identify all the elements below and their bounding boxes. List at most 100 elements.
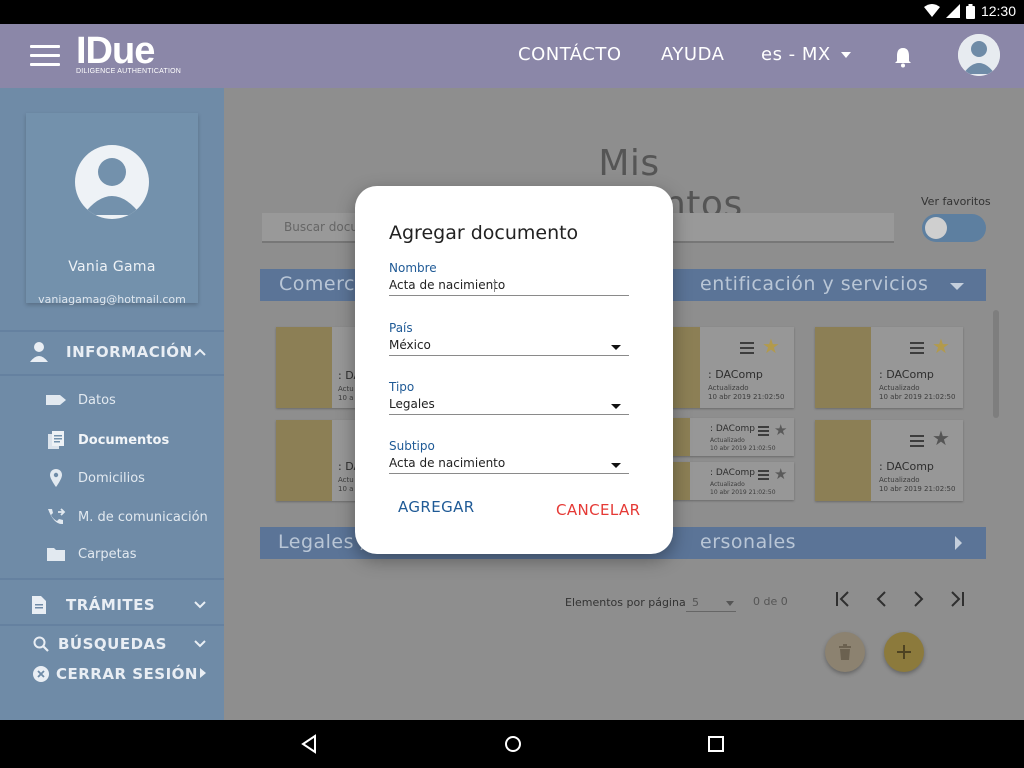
category-label: Legales / (278, 531, 368, 553)
sidebar-item-domicilios[interactable]: Domicilios (0, 468, 224, 488)
sidebar-section-tramites[interactable]: TRÁMITES (0, 594, 224, 616)
sidebar-item-documentos[interactable]: Documentos (0, 430, 224, 450)
scrollbar[interactable] (993, 310, 999, 418)
chevron-up-icon (194, 344, 206, 360)
sidebar-item-medios-comunicacion[interactable]: M. de comunicación (0, 507, 224, 527)
document-updated: Actualizado 10 abr 2019 21:02:50 (710, 481, 776, 496)
star-icon[interactable]: ★ (932, 428, 950, 448)
chevron-right-icon (200, 666, 206, 682)
document-card[interactable]: : DAComp Actualizado 10 abr 2019 21:02:50… (666, 418, 794, 456)
documents-icon (46, 431, 66, 449)
menu-lines-icon[interactable] (910, 342, 924, 357)
profile-avatar (75, 145, 149, 219)
sidebar-item-carpetas[interactable]: Carpetas (0, 544, 224, 564)
sidebar-item-label: Datos (78, 392, 116, 408)
document-card[interactable]: : DAComp Actualizado 10 abr 2019 21:02:50… (666, 462, 794, 500)
logout-button[interactable]: CERRAR SESIÓN (0, 663, 224, 685)
document-name: : DAComp (879, 460, 934, 473)
document-updated: Actu 10 a (338, 476, 354, 493)
menu-icon[interactable] (30, 45, 60, 67)
language-select[interactable]: es - MX (761, 44, 851, 65)
search-icon (32, 635, 50, 653)
menu-lines-icon[interactable] (758, 426, 769, 436)
document-name: : DAComp (708, 368, 763, 381)
type-value: Legales (389, 397, 435, 411)
category-label: ersonales (700, 531, 797, 553)
add-document-button[interactable] (884, 632, 924, 672)
document-updated: Actualizado 10 abr 2019 21:02:50 (879, 476, 956, 493)
sidebar-section-busquedas[interactable]: BÚSQUEDAS (0, 633, 224, 655)
next-page-icon[interactable] (907, 590, 929, 612)
delete-button[interactable] (825, 632, 865, 672)
last-page-icon[interactable] (946, 590, 968, 612)
star-icon[interactable]: ★ (774, 465, 787, 483)
document-name: : DAComp (710, 424, 755, 434)
label-icon (46, 395, 66, 405)
menu-lines-icon[interactable] (740, 342, 754, 357)
profile-email: vaniagamag@hotmail.com (38, 293, 186, 306)
recents-icon[interactable] (706, 734, 726, 754)
sidebar-section-informacion[interactable]: INFORMACIÓN (0, 340, 224, 364)
sidebar-section-label: TRÁMITES (66, 596, 156, 614)
add-button[interactable]: AGREGAR (398, 498, 475, 516)
sidebar-item-label: Documentos (78, 432, 170, 448)
status-icons: 12:30 (923, 3, 1016, 19)
logout-label: CERRAR SESIÓN (56, 665, 198, 683)
cancel-button[interactable]: CANCELAR (556, 501, 641, 519)
document-thumbnail (670, 327, 700, 408)
dropdown-arrow-icon (611, 463, 621, 468)
subtype-select[interactable]: Acta de nacimiento (389, 454, 629, 474)
country-select[interactable]: México (389, 336, 629, 356)
type-label: Tipo (389, 380, 415, 394)
battery-icon (965, 3, 975, 19)
document-card[interactable]: ★ : DAComp Actualizado 10 abr 2019 21:02:… (815, 327, 963, 408)
subtype-label: Subtipo (389, 439, 435, 453)
toggle-knob (925, 217, 947, 239)
pager-label: Elementos por página (565, 596, 686, 609)
profile-card: Vania Gama vaniagamag@hotmail.com (26, 113, 198, 306)
document-thumbnail (276, 327, 332, 408)
divider (0, 374, 224, 376)
name-field[interactable]: Acta de nacimiento (389, 276, 629, 296)
menu-lines-icon[interactable] (758, 470, 769, 480)
chevron-down-icon (194, 636, 206, 652)
chevron-down-icon (950, 283, 964, 290)
sidebar-section-label: INFORMACIÓN (66, 343, 193, 361)
star-icon[interactable]: ★ (762, 336, 780, 356)
person-icon (30, 342, 48, 362)
home-icon[interactable] (503, 734, 523, 754)
chevron-down-icon (840, 52, 851, 58)
page-size-select[interactable]: 5 (686, 594, 736, 612)
help-link[interactable]: AYUDA (661, 44, 724, 65)
menu-lines-icon[interactable] (910, 435, 924, 450)
document-name: : DAComp (710, 468, 755, 478)
sidebar-section-label: BÚSQUEDAS (58, 635, 167, 653)
page-size-value: 5 (692, 596, 699, 609)
document-name: : DAComp (879, 368, 934, 381)
type-select[interactable]: Legales (389, 395, 629, 415)
profile-name: Vania Gama (68, 259, 156, 275)
trash-icon (839, 644, 851, 660)
document-thumbnail (815, 327, 871, 408)
folder-icon (46, 547, 66, 561)
star-icon[interactable]: ★ (774, 421, 787, 439)
chevron-right-icon (955, 536, 962, 550)
contact-link[interactable]: CONTÁCTO (518, 44, 622, 65)
text-cursor (494, 279, 495, 292)
document-card[interactable]: ★ : DAComp Actualizado 10 abr 2019 21:02:… (670, 327, 794, 408)
dialog-title: Agregar documento (389, 222, 579, 244)
star-icon[interactable]: ★ (932, 336, 950, 356)
back-icon[interactable] (299, 734, 319, 754)
avatar-icon (83, 158, 141, 215)
add-document-dialog: Agregar documento Nombre Acta de nacimie… (355, 186, 673, 554)
first-page-icon[interactable] (832, 590, 854, 612)
document-card[interactable]: ★ : DAComp Actualizado 10 abr 2019 21:02:… (815, 420, 963, 501)
user-avatar[interactable] (958, 34, 1000, 76)
previous-page-icon[interactable] (871, 590, 893, 612)
sidebar-item-datos[interactable]: Datos (0, 390, 224, 410)
signal-icon (945, 4, 960, 18)
search-placeholder: Buscar docu (284, 220, 358, 234)
favorites-toggle[interactable] (922, 214, 986, 242)
subtype-value: Acta de nacimiento (389, 456, 506, 470)
bell-icon[interactable] (893, 46, 913, 68)
